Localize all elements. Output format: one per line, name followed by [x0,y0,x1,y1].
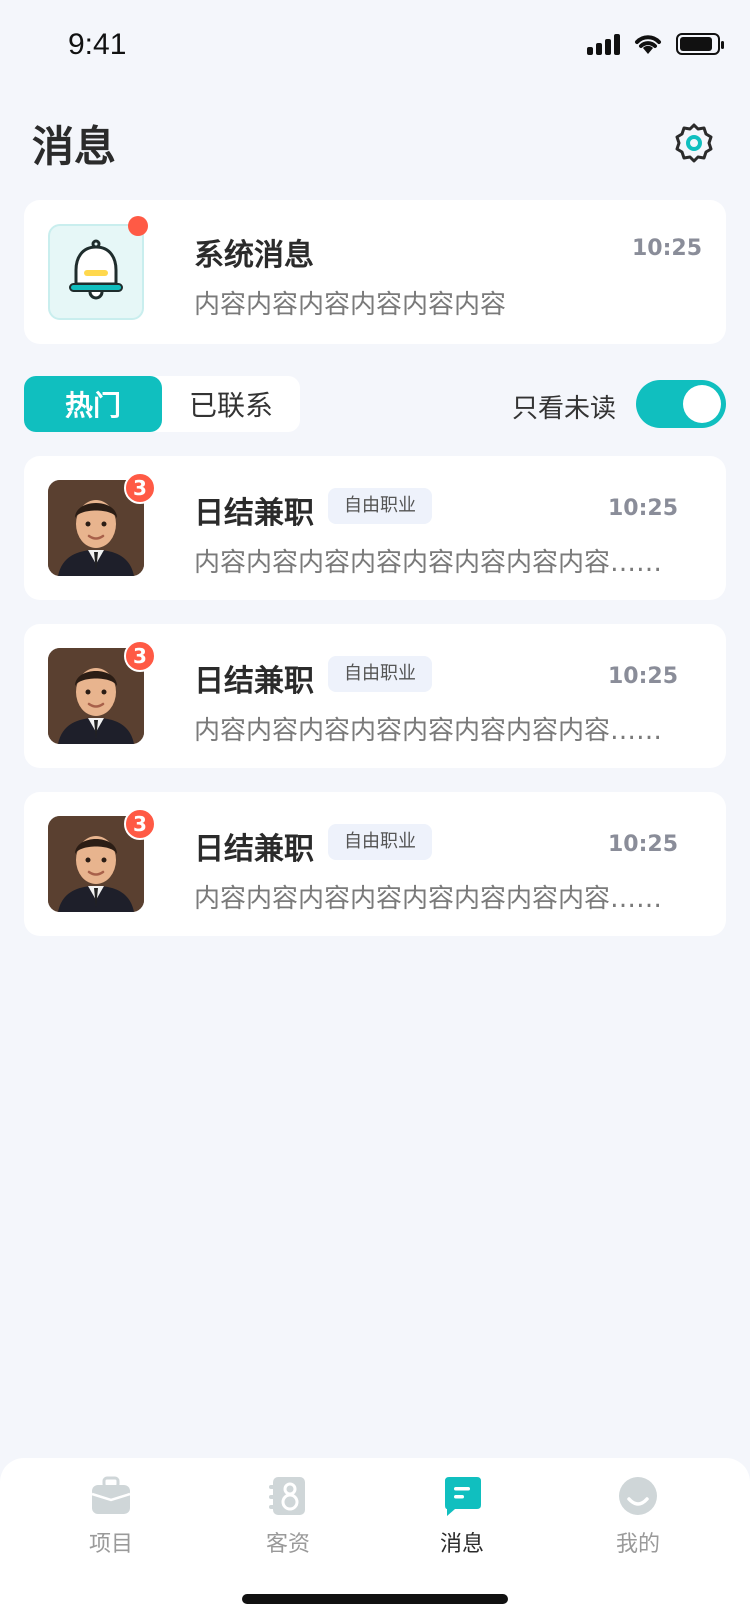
settings-button[interactable] [670,119,718,167]
chat-icon [440,1474,484,1518]
message-time: 10:25 [607,832,678,857]
system-message-card[interactable]: 系统消息 10:25 内容内容内容内容内容内容 [24,200,726,344]
unread-only-toggle[interactable] [636,380,726,428]
tab-contacted[interactable]: 已联系 [162,376,300,432]
unread-badge: 3 [124,472,156,504]
system-message-title: 系统消息 [194,238,314,273]
nav-item-messages[interactable]: 消息 [402,1474,522,1574]
nav-label: 消息 [439,1532,484,1557]
message-name: 日结兼职 [194,664,314,699]
gear-icon [675,123,713,163]
unread-only-label: 只看未读 [511,394,616,424]
tab-group: 热门 已联系 [24,376,300,432]
profile-icon [616,1474,660,1518]
message-item[interactable]: 3 日结兼职 自由职业 10:25 内容内容内容内容内容内容内容内容…… [24,456,726,600]
message-name: 日结兼职 [194,496,314,531]
nav-label: 项目 [88,1532,133,1557]
tabs-row: 热门 已联系 只看未读 [24,376,726,432]
briefcase-icon [89,1474,133,1518]
message-name: 日结兼职 [194,832,314,867]
message-preview: 内容内容内容内容内容内容内容内容…… [194,884,663,914]
unread-dot [128,216,148,236]
nav-label: 客资 [265,1532,310,1557]
unread-badge: 3 [124,808,156,840]
contacts-icon [266,1474,310,1518]
message-time: 10:25 [607,496,678,521]
message-item[interactable]: 3 日结兼职 自由职业 10:25 内容内容内容内容内容内容内容内容…… [24,624,726,768]
nav-label: 我的 [615,1532,660,1557]
tab-hot[interactable]: 热门 [24,376,162,432]
message-tag: 自由职业 [328,488,432,524]
message-time: 10:25 [607,664,678,689]
system-icon-box [48,224,144,320]
message-tag: 自由职业 [328,824,432,860]
system-message-time: 10:25 [631,236,702,261]
wifi-icon [635,35,661,54]
nav-item-profile[interactable]: 我的 [578,1474,698,1574]
status-icons [587,32,724,56]
message-preview: 内容内容内容内容内容内容内容内容…… [194,716,663,746]
nav-item-clients[interactable]: 客资 [228,1474,348,1574]
home-indicator [242,1594,508,1604]
message-item[interactable]: 3 日结兼职 自由职业 10:25 内容内容内容内容内容内容内容内容…… [24,792,726,936]
status-time: 9:41 [68,28,127,61]
message-preview: 内容内容内容内容内容内容内容内容…… [194,548,663,578]
nav-item-projects[interactable]: 项目 [51,1474,171,1574]
signal-icon [587,33,620,55]
battery-fill [680,37,713,51]
bell-icon [69,239,123,300]
header: 消息 [32,108,718,178]
page-title: 消息 [32,121,117,171]
toggle-knob [683,385,721,423]
battery-icon [676,33,724,55]
unread-badge: 3 [124,640,156,672]
status-bar: 9:41 [0,0,750,90]
message-tag: 自由职业 [328,656,432,692]
system-message-content: 内容内容内容内容内容内容 [194,290,507,320]
